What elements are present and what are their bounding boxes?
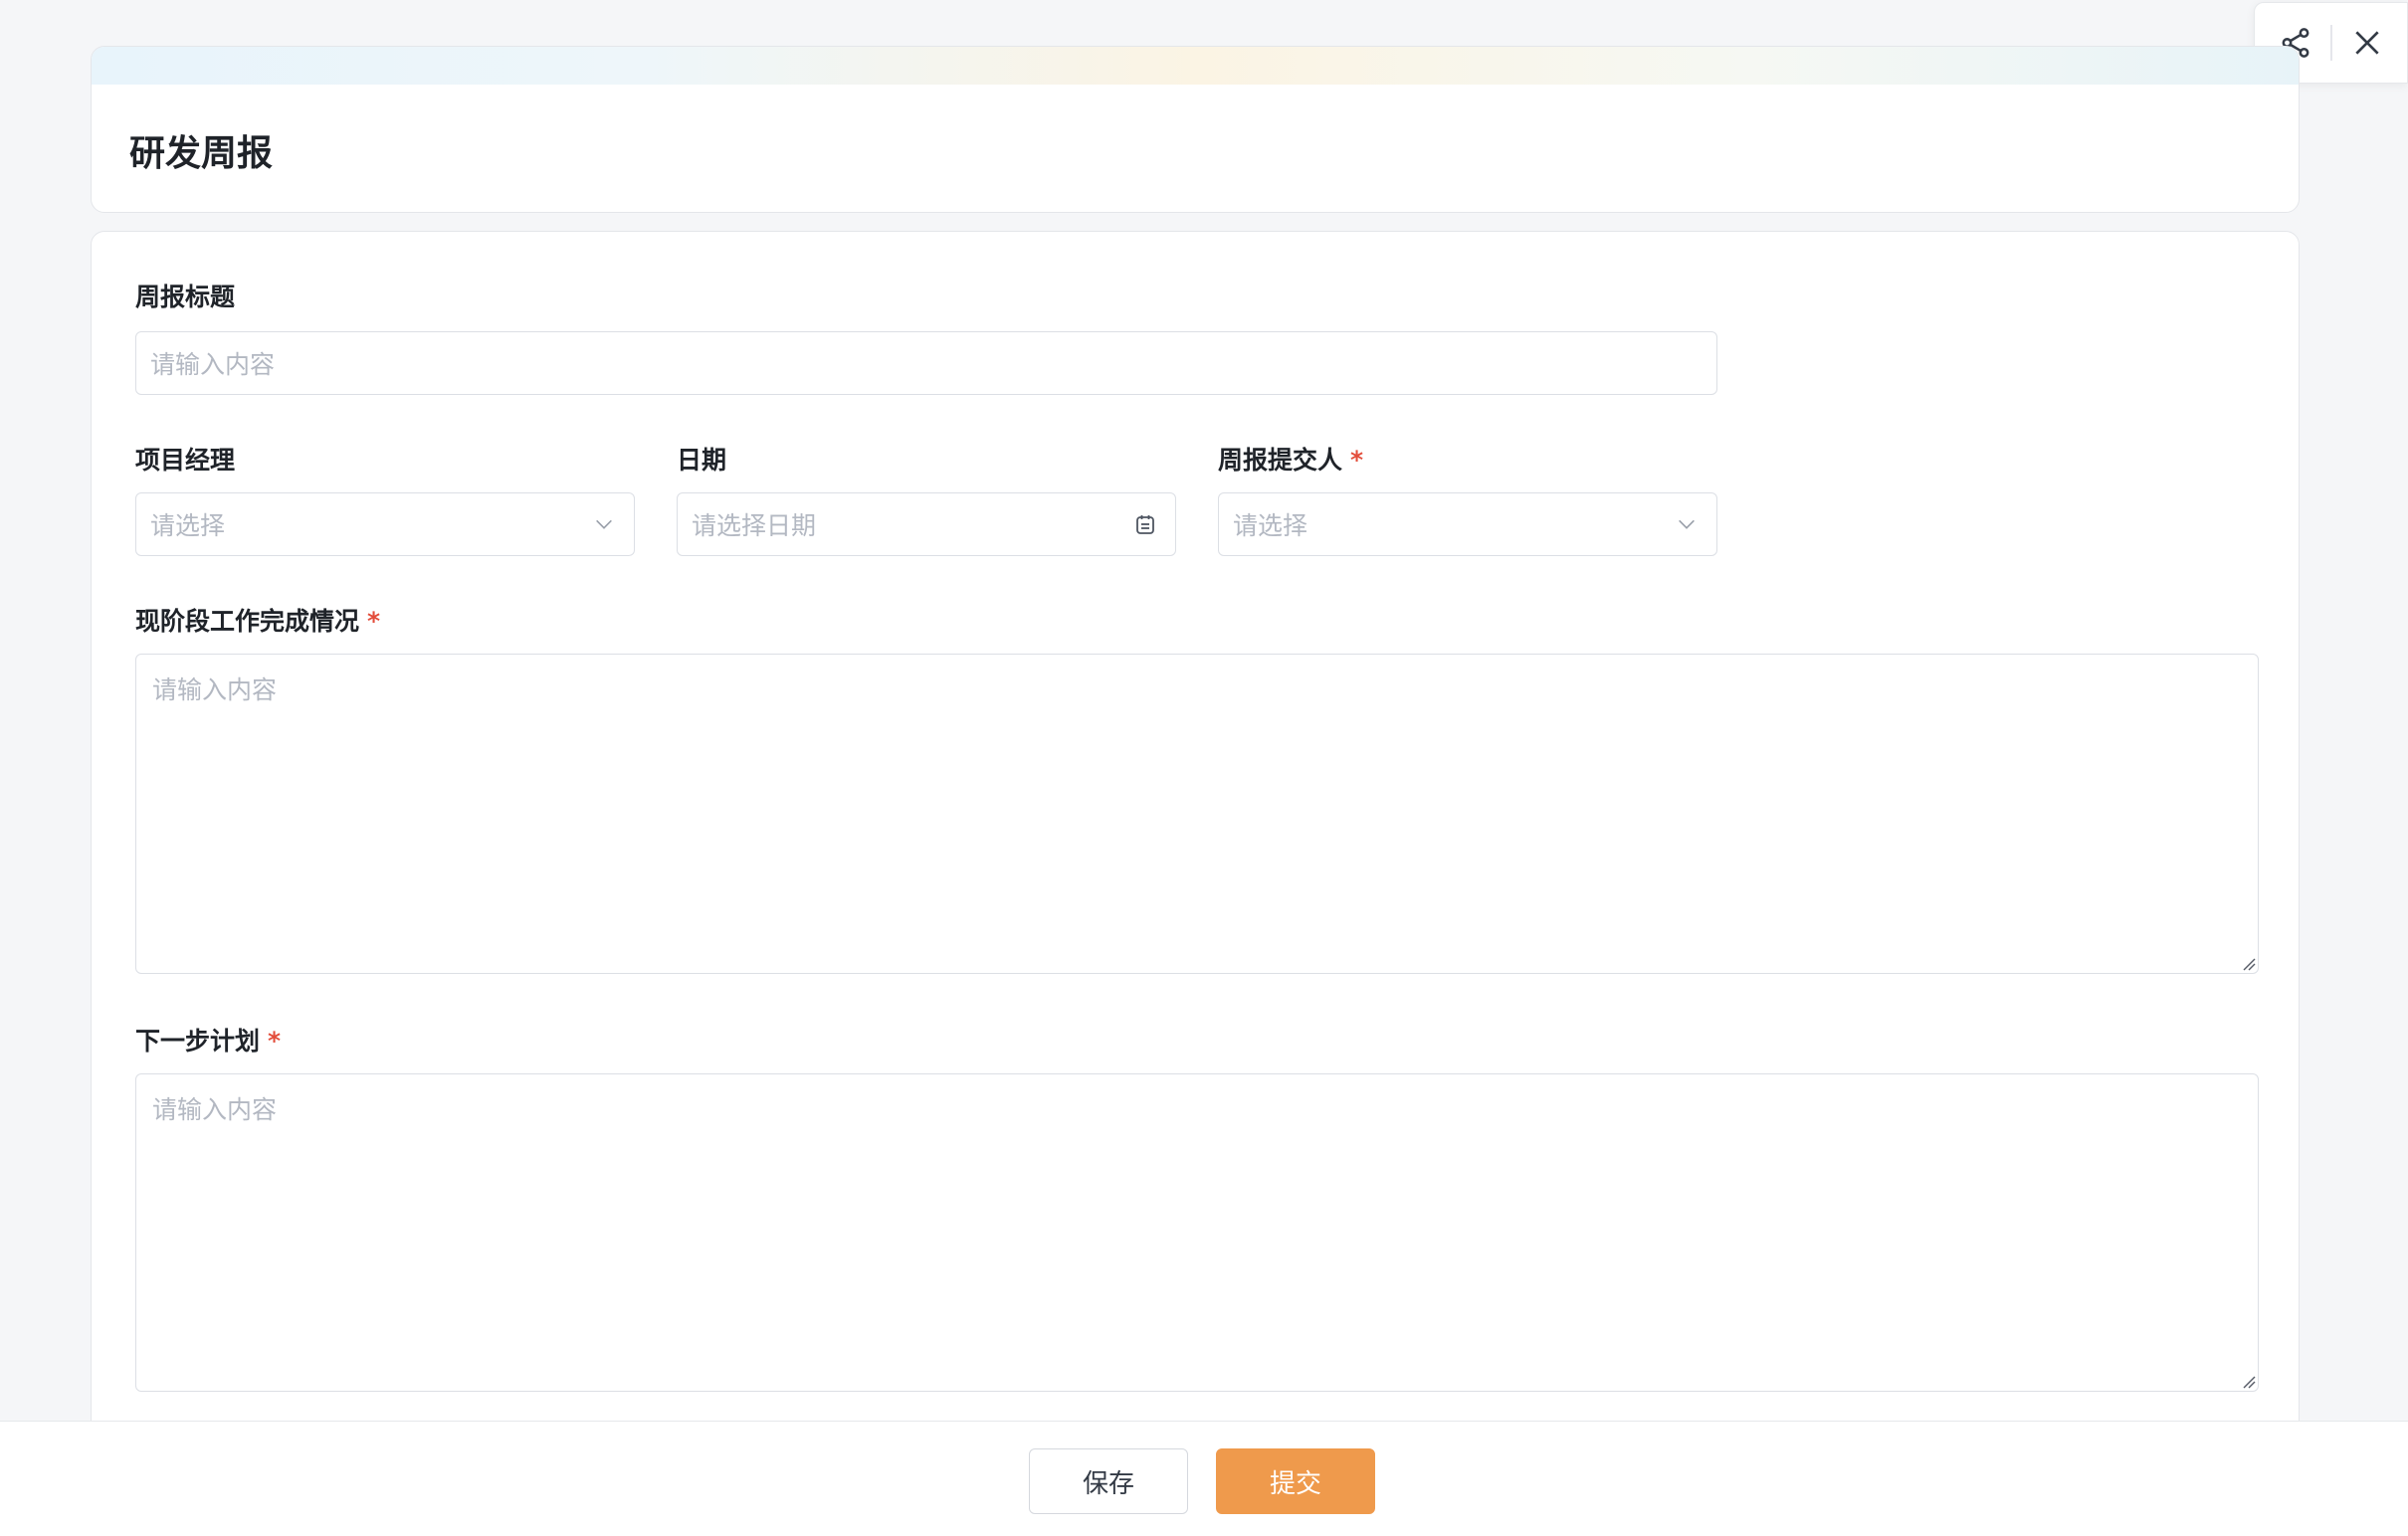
submitter-label: 周报提交人 * [1218, 441, 1363, 477]
chevron-down-icon [1671, 508, 1703, 540]
report-title-label-text: 周报标题 [135, 283, 236, 311]
next-plan-label-text: 下一步计划 [135, 1027, 261, 1056]
page-title: 研发周报 [129, 133, 274, 174]
page: 研发周报 周报标题 请输入内容 项目经理 请选择 日期 请选择日期 周报提交人 … [0, 0, 2408, 1536]
close-button[interactable] [2341, 17, 2393, 69]
current-progress-textarea[interactable]: 请输入内容 [135, 654, 2259, 974]
project-manager-label: 项目经理 [135, 441, 235, 477]
required-mark: * [367, 607, 381, 636]
date-label-text: 日期 [677, 446, 727, 475]
submitter-label-text: 周报提交人 [1218, 446, 1343, 475]
resize-handle-icon[interactable] [2240, 955, 2256, 971]
form-card: 周报标题 请输入内容 项目经理 请选择 日期 请选择日期 周报提交人 * 请选择… [91, 231, 2300, 1536]
close-icon [2354, 31, 2379, 55]
current-progress-label: 现阶段工作完成情况 * [135, 602, 380, 638]
project-manager-placeholder: 请选择 [150, 511, 226, 540]
chevron-down-icon [588, 508, 620, 540]
next-plan-placeholder: 请输入内容 [152, 1095, 278, 1124]
resize-handle-icon[interactable] [2240, 1373, 2256, 1389]
save-button[interactable]: 保存 [1029, 1448, 1188, 1514]
header-gradient-band [92, 47, 2299, 85]
project-manager-label-text: 项目经理 [135, 446, 236, 475]
next-plan-textarea[interactable]: 请输入内容 [135, 1073, 2259, 1392]
report-title-placeholder: 请输入内容 [150, 350, 276, 379]
current-progress-placeholder: 请输入内容 [152, 675, 278, 704]
report-title-input[interactable]: 请输入内容 [135, 331, 1717, 395]
report-title-label: 周报标题 [135, 278, 235, 313]
date-placeholder: 请选择日期 [692, 511, 817, 540]
calendar-icon [1129, 508, 1161, 540]
date-label: 日期 [677, 441, 726, 477]
footer-action-bar: 保存 提交 [0, 1421, 2408, 1536]
toolbar-divider [2329, 25, 2332, 61]
date-picker-input[interactable]: 请选择日期 [677, 492, 1176, 556]
header-card: 研发周报 [91, 46, 2300, 213]
current-progress-label-text: 现阶段工作完成情况 [135, 607, 360, 636]
submitter-select[interactable]: 请选择 [1218, 492, 1717, 556]
project-manager-select[interactable]: 请选择 [135, 492, 635, 556]
submit-button[interactable]: 提交 [1216, 1448, 1375, 1514]
next-plan-label: 下一步计划 * [135, 1022, 281, 1057]
required-mark: * [268, 1027, 282, 1056]
submitter-placeholder: 请选择 [1233, 511, 1308, 540]
required-mark: * [1350, 446, 1364, 475]
